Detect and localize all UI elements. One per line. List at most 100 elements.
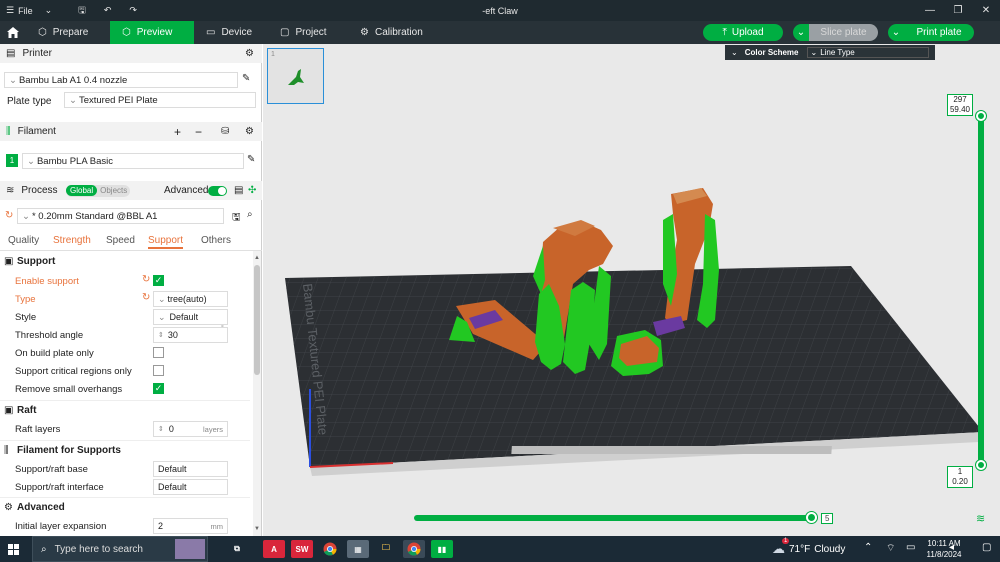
toggle-global[interactable]: Global — [66, 185, 98, 196]
compare-icon[interactable]: ▤ — [234, 185, 243, 196]
support-interface-select[interactable]: Default — [153, 479, 228, 495]
search-settings-icon[interactable]: ⌕ — [247, 209, 253, 220]
redo-icon[interactable]: ↷ — [123, 0, 143, 21]
toggle-objects[interactable]: Objects — [97, 185, 130, 196]
edit-filament-icon[interactable]: ✎ — [247, 154, 255, 165]
layers-icon[interactable]: ≋ — [976, 512, 985, 525]
weather-widget[interactable]: ☁ 1 71°F Cloudy — [772, 536, 845, 562]
layer-top-height: 59.40 — [949, 105, 971, 114]
tab-device[interactable]: ▭ Device — [194, 21, 268, 44]
chevron-down-icon: ⌄ — [9, 74, 17, 86]
restore-icon[interactable]: ❐ — [944, 0, 972, 21]
chevron-down-icon: ⌄ — [158, 293, 166, 304]
support-type-reset-icon[interactable]: ↻ — [142, 292, 150, 303]
sync-filament-icon[interactable]: ⛁ — [221, 126, 229, 137]
layer-slider-top-thumb[interactable] — [976, 111, 986, 121]
save-profile-icon[interactable]: 🖫 — [232, 210, 241, 227]
raft-layers-unit: layers — [202, 424, 223, 434]
tab-speed[interactable]: Speed — [106, 235, 135, 246]
plate-type-select[interactable]: ⌄ Textured PEI Plate — [64, 92, 256, 108]
move-slider-thumb[interactable] — [806, 512, 817, 523]
plate-type-label: Plate type — [7, 96, 52, 107]
support-base-select[interactable]: Default — [153, 461, 228, 477]
tab-calibration[interactable]: ⚙ Calibration — [348, 21, 438, 44]
process-profile-select[interactable]: ⌄ * 0.20mm Standard @BBL A1 — [17, 208, 224, 224]
filament-settings-icon[interactable]: ⚙ — [245, 126, 254, 137]
printer-settings-icon[interactable]: ⚙ — [245, 48, 254, 59]
filament-supports-group-icon: ⫼ — [4, 445, 9, 456]
layer-expansion-label: Initial layer expansion — [15, 521, 107, 532]
undo-icon[interactable]: ↶ — [98, 0, 118, 21]
file-explorer-icon[interactable]: 🗀 — [375, 540, 397, 558]
raft-layers-input[interactable]: ⇕ 0 layers — [153, 421, 228, 437]
tab-prepare[interactable]: ⬡ Prepare — [26, 21, 110, 44]
taskbar: ⌕ Type here to search ⧉ A SW ▦ 🗀 ▮▮ ☁ 1 … — [0, 536, 1000, 562]
enable-support-reset-icon[interactable]: ↻ — [142, 274, 150, 285]
3d-viewport[interactable]: 1 ⌄ Color Scheme ⌄ Line Type Bambu Textu… — [263, 44, 1000, 536]
solidworks-app-icon[interactable]: SW — [291, 540, 313, 558]
slice-dropdown-button[interactable]: ⌄ — [793, 24, 809, 41]
upload-button[interactable]: ⤒ Upload — [703, 24, 783, 41]
add-filament-icon[interactable]: + — [174, 125, 181, 139]
filament-select[interactable]: ⌄ Bambu PLA Basic — [22, 153, 244, 169]
enable-support-checkbox[interactable]: ✓ — [153, 275, 164, 286]
close-icon[interactable]: ✕ — [972, 0, 1000, 21]
tab-preview-label: Preview — [136, 27, 173, 38]
global-objects-toggle[interactable]: Global Objects — [66, 184, 130, 197]
search-icon: ⌕ — [41, 543, 47, 555]
printer-select[interactable]: ⌄ Bambu Lab A1 0.4 nozzle — [4, 72, 238, 88]
tab-strength[interactable]: Strength — [53, 235, 91, 246]
chevron-up-icon[interactable]: ⌃ — [864, 542, 872, 553]
slice-plate-button[interactable]: Slice plate — [809, 24, 878, 41]
tab-quality[interactable]: Quality — [8, 235, 39, 246]
bambu-studio-icon[interactable]: ▮▮ — [431, 540, 453, 558]
enable-support-label: Enable support — [15, 276, 79, 287]
autodesk-app-icon[interactable]: A — [263, 540, 285, 558]
filament-section-header: ⫼ Filament + − ⛁ ⚙ — [0, 122, 262, 141]
task-view-icon[interactable]: ⧉ — [226, 540, 248, 558]
profile-reset-icon[interactable]: ↻ — [5, 210, 13, 221]
print-plate-button[interactable]: Print plate — [904, 24, 974, 41]
critical-regions-checkbox[interactable] — [153, 365, 164, 376]
chrome-icon[interactable] — [319, 540, 341, 558]
expand-icon[interactable]: ✣ — [248, 185, 256, 196]
advanced-toggle[interactable] — [208, 185, 227, 196]
network-icon[interactable]: ⌔ — [886, 542, 895, 555]
support-style-select[interactable]: ⌄ Default — [153, 309, 228, 325]
taskbar-search-box[interactable]: ⌕ Type here to search — [32, 536, 208, 562]
layer-expansion-value: 2 — [158, 521, 164, 531]
support-type-select[interactable]: ⌄ tree(auto) — [153, 291, 228, 307]
stepper-icon[interactable]: ⇕ — [158, 425, 164, 433]
filament-supports-group-title: Filament for Supports — [17, 445, 121, 456]
home-icon[interactable] — [0, 21, 26, 44]
remove-overhangs-checkbox[interactable]: ✓ — [153, 383, 164, 394]
tab-support[interactable]: Support — [148, 235, 184, 249]
minimize-icon[interactable]: — — [916, 0, 944, 21]
layer-slider-bottom-thumb[interactable] — [976, 460, 986, 470]
notification-icon[interactable]: ▢ — [982, 542, 991, 553]
tab-device-label: Device — [221, 27, 253, 38]
windows-start-icon[interactable] — [0, 536, 26, 562]
chrome-icon-2[interactable] — [403, 540, 425, 558]
support-type-label: Type — [15, 294, 36, 305]
tab-preview[interactable]: ⬡ Preview — [110, 21, 194, 44]
menu-dropdown-icon[interactable]: ⌄ — [39, 0, 59, 21]
settings-scrollbar[interactable]: ▲ ▼ — [253, 251, 261, 536]
file-menu[interactable]: ☰ File — [0, 0, 39, 21]
chevron-down-icon: ⌄ — [22, 210, 30, 222]
tab-project[interactable]: ▢ Project — [268, 21, 348, 44]
battery-icon[interactable]: ▭ — [906, 542, 915, 553]
stepper-icon[interactable]: ⇕ — [158, 331, 164, 339]
support-group-title: Support — [17, 256, 56, 267]
raft-layers-value: 0 — [168, 424, 174, 434]
build-plate-only-checkbox[interactable] — [153, 347, 164, 358]
threshold-angle-input[interactable]: ⇕ 30 — [153, 327, 228, 343]
remove-filament-icon[interactable]: − — [195, 125, 202, 139]
tab-others[interactable]: Others — [201, 235, 231, 246]
calculator-icon[interactable]: ▦ — [347, 540, 369, 558]
print-dropdown-button[interactable]: ⌄ — [888, 24, 904, 41]
edit-printer-icon[interactable]: ✎ — [242, 73, 250, 84]
move-slider[interactable] — [414, 512, 817, 523]
layer-expansion-input[interactable]: 2 mm — [153, 518, 228, 534]
save-icon[interactable]: 🖫 — [72, 0, 92, 21]
